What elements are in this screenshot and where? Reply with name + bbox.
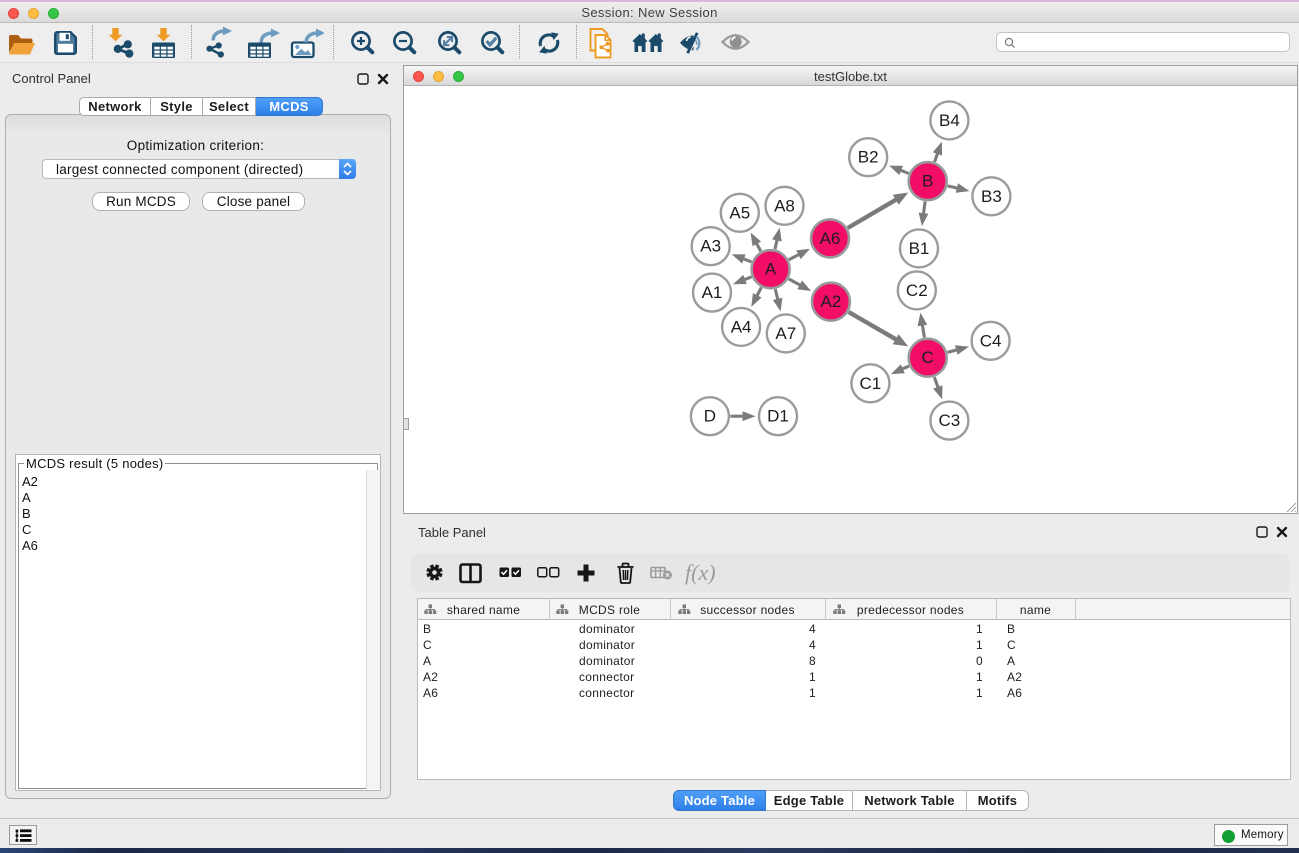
svg-text:C3: C3 [939,411,961,430]
svg-text:C1: C1 [860,374,882,393]
svg-text:C2: C2 [906,281,928,300]
svg-text:B1: B1 [909,239,930,258]
svg-text:A5: A5 [729,203,750,222]
svg-text:A2: A2 [821,292,842,311]
svg-text:B3: B3 [981,187,1002,206]
svg-text:A3: A3 [700,237,721,256]
svg-text:D: D [704,407,716,426]
svg-text:B2: B2 [858,148,879,167]
svg-text:A8: A8 [774,196,795,215]
svg-text:A6: A6 [820,229,841,248]
svg-text:B4: B4 [939,111,960,130]
svg-text:C4: C4 [980,331,1002,350]
svg-text:D1: D1 [767,407,789,426]
svg-text:B: B [922,172,933,191]
svg-text:A: A [765,260,777,279]
svg-text:A7: A7 [775,324,796,343]
svg-text:A4: A4 [731,317,752,336]
svg-text:A1: A1 [702,283,723,302]
svg-text:C: C [922,348,934,367]
